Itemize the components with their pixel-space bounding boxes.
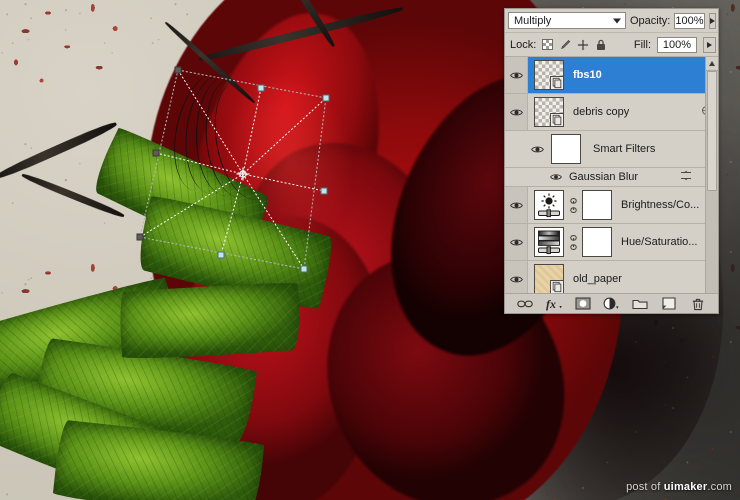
delete-layer-button[interactable] [689, 296, 707, 312]
mask-circle-icon [575, 297, 591, 310]
watermark-suffix: .com [707, 481, 732, 493]
watermark-prefix: post of [626, 481, 664, 493]
chevron-down-icon [613, 18, 621, 23]
eye-icon [510, 238, 523, 247]
add-layer-mask-button[interactable] [574, 296, 592, 312]
mask-link-icon[interactable] [569, 198, 577, 212]
new-group-button[interactable] [631, 296, 649, 312]
layer-row-debris-copy[interactable]: debris copy [505, 94, 718, 131]
trash-icon [691, 297, 705, 311]
leaf-7 [118, 280, 302, 362]
filter-name-gaussian-blur: Gaussian Blur [569, 171, 638, 183]
new-layer-button[interactable] [660, 296, 678, 312]
blend-opacity-row: Multiply Opacity: 100% [505, 9, 718, 33]
scrollbar-thumb[interactable] [707, 71, 717, 191]
add-layer-style-button[interactable]: fx [545, 296, 563, 312]
lock-label: Lock: [510, 39, 536, 51]
layers-panel-footer: fx [505, 293, 718, 313]
lock-image-pixels-icon[interactable] [559, 39, 571, 51]
smart-filters-label: Smart Filters [593, 143, 655, 155]
new-adjustment-layer-button[interactable] [602, 296, 620, 312]
smart-object-badge-icon [550, 113, 564, 127]
layer-name-brightness-contrast: Brightness/Co... [621, 199, 699, 211]
eye-icon [510, 71, 523, 80]
blend-mode-select[interactable]: Multiply [508, 12, 626, 29]
new-page-icon [662, 297, 676, 310]
brightness-contrast-icon [536, 192, 562, 218]
layer-visibility-toggle-hue-saturation[interactable] [505, 224, 528, 260]
layer-visibility-toggle-fbs10[interactable] [505, 57, 528, 93]
opacity-value: 100% [675, 15, 703, 27]
eye-icon [550, 173, 562, 181]
layer-list-scrollbar[interactable] [705, 57, 718, 298]
layer-mask-thumbnail-brightness-contrast[interactable] [582, 190, 612, 220]
opacity-slider-button[interactable] [709, 13, 717, 29]
mask-link-icon[interactable] [569, 235, 577, 249]
lock-position-icon[interactable] [577, 39, 589, 51]
link-layers-button[interactable] [516, 296, 534, 312]
gaussian-blur-visibility-toggle[interactable] [547, 173, 565, 181]
half-circle-icon [603, 297, 620, 310]
eye-icon [510, 108, 523, 117]
blend-mode-value: Multiply [514, 15, 551, 27]
chain-link-icon [517, 299, 533, 309]
smart-object-badge-icon [550, 280, 564, 294]
lock-row: Lock: Fill: 100% [505, 33, 718, 57]
layer-name-fbs10: fbs10 [573, 69, 602, 81]
layer-visibility-toggle-old-paper[interactable] [505, 261, 528, 297]
lock-all-icon[interactable] [595, 39, 607, 51]
watermark-brand: uimaker [664, 481, 708, 493]
layer-row-hue-saturation[interactable]: Hue/Saturatio... [505, 224, 718, 261]
fill-input[interactable]: 100% [657, 37, 697, 53]
filter-blending-options-icon[interactable] [680, 170, 692, 184]
layer-row-smart-filters[interactable]: Smart Filters [505, 131, 718, 168]
folder-icon [632, 298, 648, 310]
eye-icon [510, 275, 523, 284]
fx-icon: fx [545, 297, 563, 311]
layer-mask-thumbnail-hue-saturation[interactable] [582, 227, 612, 257]
layer-name-hue-saturation: Hue/Saturatio... [621, 236, 697, 248]
opacity-input[interactable]: 100% [674, 13, 704, 29]
eye-icon [510, 201, 523, 210]
smart-object-badge-icon [550, 76, 564, 90]
fill-label: Fill: [634, 39, 651, 51]
fill-slider-button[interactable] [703, 37, 716, 53]
fill-value: 100% [663, 39, 691, 51]
layer-row-fbs10[interactable]: fbs10 [505, 57, 718, 94]
layer-visibility-toggle-debris-copy[interactable] [505, 94, 528, 130]
eye-icon [531, 145, 544, 154]
smart-filters-visibility-toggle[interactable] [527, 145, 547, 154]
layer-thumbnail-old-paper[interactable] [534, 264, 564, 294]
layer-thumbnail-debris-copy[interactable] [534, 97, 564, 127]
layer-visibility-toggle-brightness-contrast[interactable] [505, 187, 528, 223]
opacity-label: Opacity: [630, 15, 670, 27]
layer-name-debris-copy: debris copy [573, 106, 629, 118]
layer-row-gaussian-blur[interactable]: Gaussian Blur [505, 168, 718, 187]
layer-name-old-paper: old_paper [573, 273, 622, 285]
lock-transparent-pixels-icon[interactable] [542, 39, 553, 50]
layer-thumbnail-fbs10[interactable] [534, 60, 564, 90]
layer-list[interactable]: fbs10 debris copy [505, 57, 718, 298]
adjustment-thumbnail-hue-saturation[interactable] [534, 227, 564, 257]
scroll-up-arrow-icon[interactable] [706, 57, 718, 71]
layer-row-brightness-contrast[interactable]: Brightness/Co... [505, 187, 718, 224]
hue-saturation-icon [536, 229, 562, 255]
svg-text:fx: fx [546, 297, 556, 311]
watermark: post of uimaker.com [626, 481, 732, 493]
adjustment-thumbnail-brightness-contrast[interactable] [534, 190, 564, 220]
smart-filters-mask-thumbnail[interactable] [551, 134, 581, 164]
layers-panel[interactable]: Multiply Opacity: 100% Lock: [504, 8, 719, 314]
photoshop-screenshot: Multiply Opacity: 100% Lock: [0, 0, 740, 500]
